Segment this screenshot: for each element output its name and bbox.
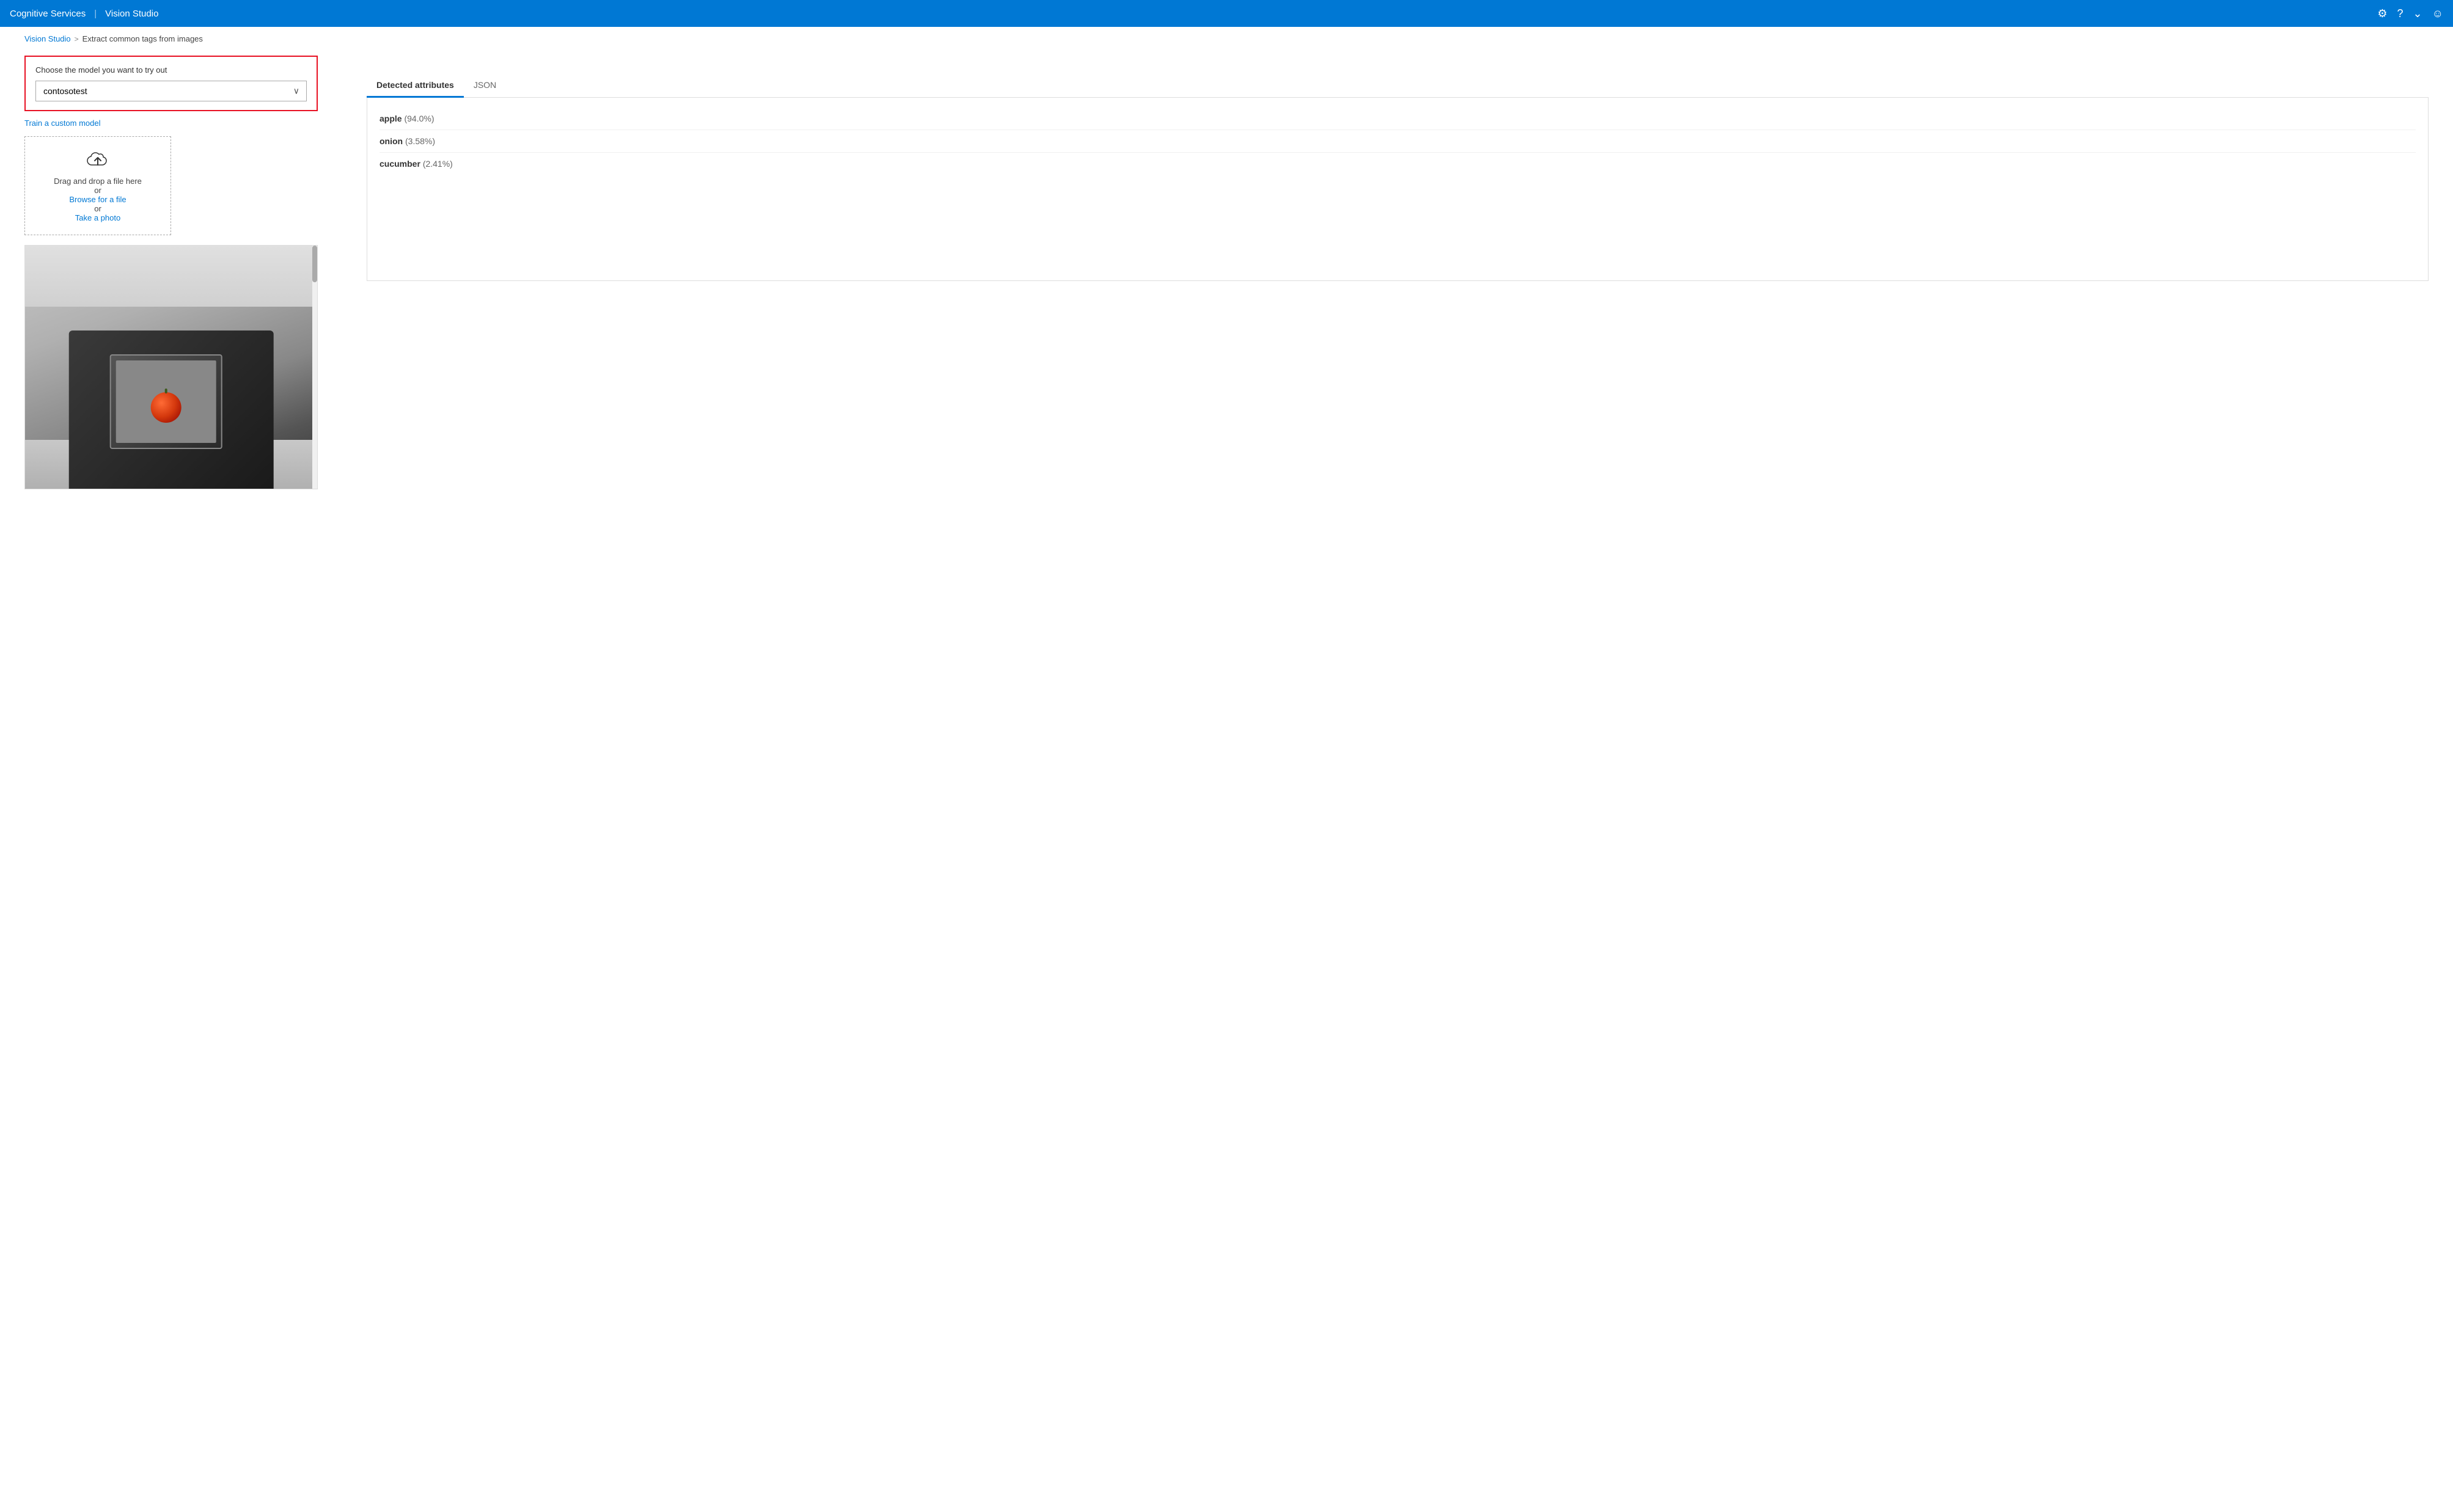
settings-icon[interactable]: ⚙ [2377, 7, 2387, 20]
drag-drop-text: Drag and drop a file here [35, 177, 161, 186]
breadcrumb-current: Extract common tags from images [82, 34, 203, 43]
model-dropdown-wrapper: contosotest ∨ [35, 81, 307, 101]
product-name: Vision Studio [105, 9, 158, 19]
topbar: Cognitive Services | Vision Studio ⚙ ? ⌄… [0, 0, 2453, 27]
scrollbar-track [312, 246, 317, 489]
help-icon[interactable]: ? [2397, 7, 2404, 20]
model-dropdown[interactable]: contosotest [35, 81, 307, 101]
model-selector-box: Choose the model you want to try out con… [24, 56, 318, 111]
attribute-name-onion: onion [380, 136, 403, 146]
or-text-2: or [35, 204, 161, 213]
breadcrumb-home[interactable]: Vision Studio [24, 34, 71, 43]
image-preview [24, 245, 318, 489]
browse-for-file-link[interactable]: Browse for a file [69, 195, 126, 204]
left-panel: Choose the model you want to try out con… [24, 56, 342, 489]
model-selector-label: Choose the model you want to try out [35, 65, 307, 75]
apple-stem [165, 389, 167, 393]
attribute-name-cucumber: cucumber [380, 159, 420, 169]
apple-object [151, 392, 182, 423]
topbar-divider: | [94, 9, 97, 19]
brand-name: Cognitive Services [10, 9, 86, 19]
microwave-inner [116, 360, 216, 443]
main-content: Choose the model you want to try out con… [0, 51, 2453, 502]
upload-cloud-icon [35, 149, 161, 172]
train-custom-model-link[interactable]: Train a custom model [24, 119, 342, 128]
attributes-panel: apple (94.0%) onion (3.58%) cucumber (2.… [367, 98, 2429, 281]
scrollbar-thumb[interactable] [312, 246, 317, 282]
attribute-score-onion: (3.58%) [405, 136, 435, 146]
upload-box: Drag and drop a file here or Browse for … [24, 136, 171, 235]
attribute-name-apple: apple [380, 114, 402, 123]
tab-json[interactable]: JSON [464, 74, 506, 98]
image-ceiling [25, 246, 317, 307]
topbar-brand: Cognitive Services | Vision Studio [10, 9, 158, 19]
tab-detected-attributes[interactable]: Detected attributes [367, 74, 464, 98]
uploaded-image [25, 246, 317, 489]
attribute-item-apple: apple (94.0%) [380, 108, 2416, 130]
chevron-down-icon[interactable]: ⌄ [2413, 7, 2422, 20]
microwave-door [110, 354, 222, 449]
attribute-item-cucumber: cucumber (2.41%) [380, 153, 2416, 175]
take-photo-link[interactable]: Take a photo [75, 213, 120, 222]
microwave-body [69, 331, 274, 489]
user-icon[interactable]: ☺ [2432, 7, 2443, 20]
attribute-item-onion: onion (3.58%) [380, 130, 2416, 153]
attribute-score-apple: (94.0%) [404, 114, 434, 123]
or-text-1: or [35, 186, 161, 195]
attribute-score-cucumber: (2.41%) [423, 159, 453, 169]
tabs-row: Detected attributes JSON [367, 74, 2429, 98]
breadcrumb: Vision Studio > Extract common tags from… [0, 27, 2453, 51]
topbar-actions: ⚙ ? ⌄ ☺ [2377, 7, 2443, 20]
breadcrumb-separator: > [75, 35, 79, 43]
right-panel: Detected attributes JSON apple (94.0%) o… [367, 56, 2429, 489]
